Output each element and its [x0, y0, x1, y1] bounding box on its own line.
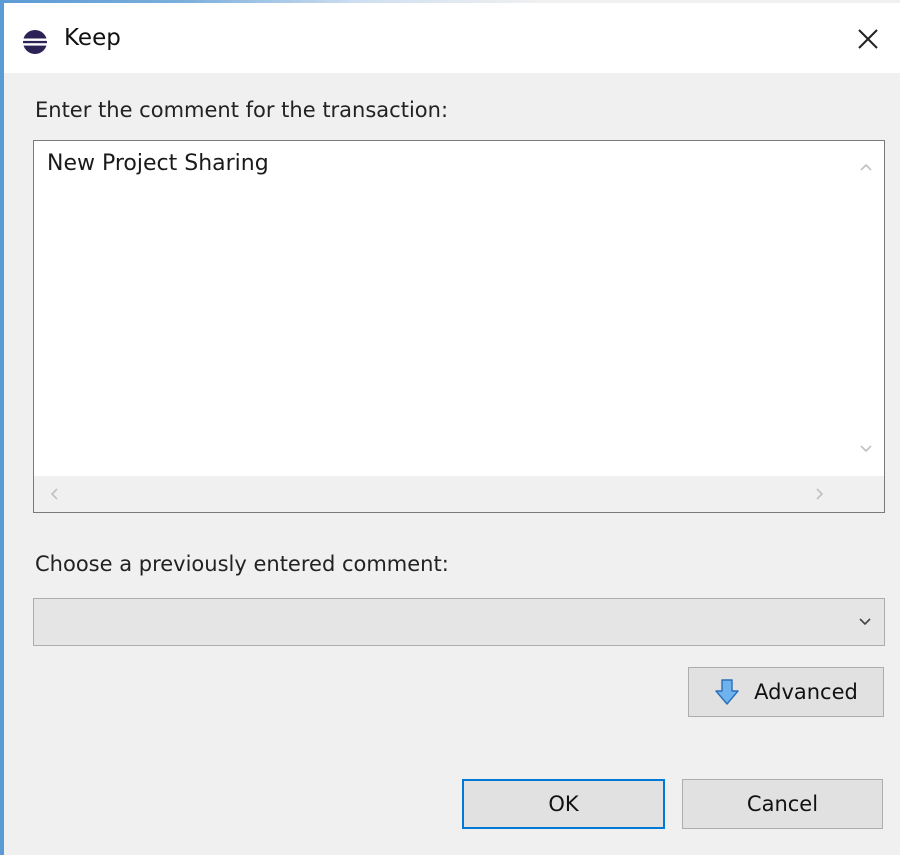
horizontal-scrollbar[interactable] — [34, 476, 848, 512]
keep-dialog: Keep Enter the comment for the transacti… — [0, 0, 900, 855]
title-bar: Keep — [4, 3, 900, 73]
chevron-down-icon[interactable] — [856, 613, 874, 631]
scroll-right-icon[interactable] — [812, 486, 828, 502]
comment-textarea[interactable]: New Project Sharing — [33, 140, 885, 513]
advanced-button[interactable]: Advanced — [688, 667, 884, 717]
down-arrow-icon — [714, 678, 740, 706]
scroll-up-icon[interactable] — [858, 159, 874, 175]
eclipse-icon — [22, 29, 48, 55]
scroll-down-icon[interactable] — [858, 441, 874, 457]
cancel-button-label: Cancel — [746, 792, 819, 816]
scroll-left-icon[interactable] — [46, 486, 62, 502]
comment-label: Enter the comment for the transaction: — [35, 98, 449, 122]
advanced-button-label: Advanced — [754, 680, 858, 704]
window-edge — [0, 0, 4, 855]
vertical-scrollbar[interactable] — [848, 141, 884, 474]
previous-comment-dropdown[interactable] — [33, 598, 885, 646]
window-title: Keep — [64, 25, 121, 51]
ok-button[interactable]: OK — [462, 779, 665, 829]
previous-comment-label: Choose a previously entered comment: — [35, 552, 449, 576]
scrollbar-corner — [848, 476, 884, 512]
cancel-button[interactable]: Cancel — [682, 779, 883, 829]
ok-button-label: OK — [548, 792, 579, 816]
comment-text[interactable]: New Project Sharing — [47, 151, 269, 176]
close-icon[interactable] — [850, 21, 886, 57]
